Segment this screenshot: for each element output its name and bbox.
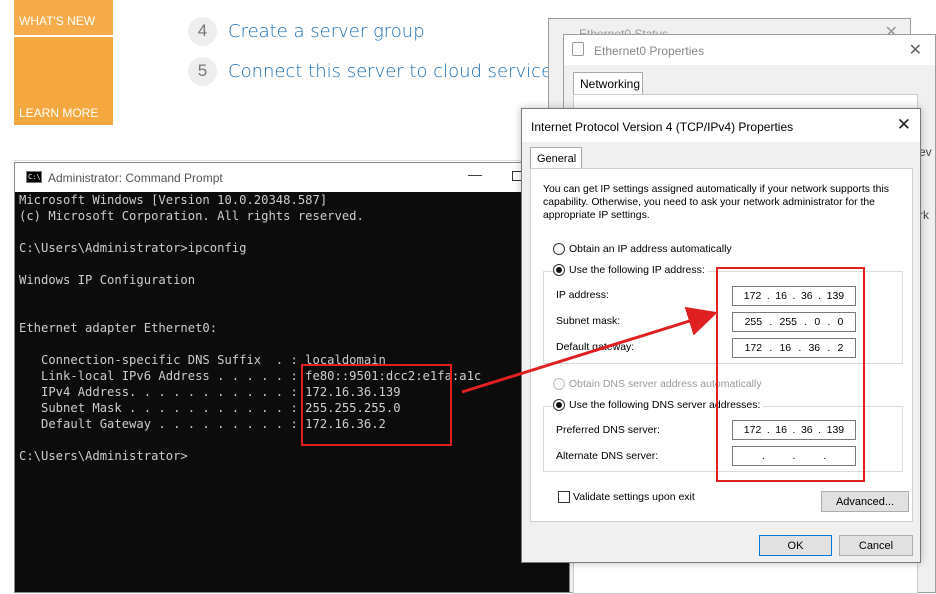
radio-label: Obtain an IP address automatically	[569, 243, 732, 255]
advanced-button[interactable]: Advanced...	[821, 491, 909, 512]
console-line: Connection-specific DNS Suffix . : local…	[19, 353, 386, 367]
learn-more-label: LEARN MORE	[19, 106, 99, 120]
console-output[interactable]: Microsoft Windows [Version 10.0.20348.58…	[19, 192, 569, 592]
radio-obtain-ip-auto[interactable]: Obtain an IP address automatically	[553, 243, 732, 255]
console-line: Windows IP Configuration	[19, 273, 196, 287]
command-prompt-icon: C:\	[26, 171, 42, 183]
radio-button[interactable]	[553, 243, 565, 255]
radio-button[interactable]	[553, 378, 565, 390]
console-line: Default Gateway . . . . . . . . . : 172.…	[19, 417, 386, 431]
tab-general[interactable]: General	[530, 147, 582, 169]
console-line: C:\Users\Administrator>ipconfig	[19, 241, 247, 255]
radio-button[interactable]	[553, 264, 565, 276]
console-line: Subnet Mask . . . . . . . . . . . : 255.…	[19, 401, 401, 415]
checkbox-label: Validate settings upon exit	[573, 491, 695, 503]
close-icon[interactable]: ✕	[897, 115, 911, 135]
learn-more-tile[interactable]: LEARN MORE	[14, 37, 113, 125]
tab-networking[interactable]: Networking	[573, 72, 643, 95]
ip-address-label: IP address:	[556, 289, 609, 301]
whats-new-tile[interactable]: WHAT'S NEW	[14, 0, 113, 35]
close-icon[interactable]: ✕	[909, 40, 922, 60]
console-line: (c) Microsoft Corporation. All rights re…	[19, 209, 364, 223]
checkbox[interactable]	[558, 491, 570, 503]
console-line: Microsoft Windows [Version 10.0.20348.58…	[19, 193, 328, 207]
step-link-connect-cloud[interactable]: Connect this server to cloud services	[228, 61, 562, 82]
step-create-server-group[interactable]: 4 Create a server group	[188, 16, 425, 46]
console-line: C:\Users\Administrator>	[19, 449, 188, 463]
radio-label: Use the following IP address:	[569, 264, 705, 276]
ok-button[interactable]: OK	[759, 535, 832, 556]
network-adapter-icon	[572, 42, 584, 56]
cancel-button[interactable]: Cancel	[839, 535, 913, 556]
dialog-title: Internet Protocol Version 4 (TCP/IPv4) P…	[531, 120, 794, 134]
preferred-dns-label: Preferred DNS server:	[556, 424, 660, 436]
description-text: You can get IP settings assigned automat…	[543, 184, 889, 221]
radio-button[interactable]	[553, 399, 565, 411]
server-manager-tiles: WHAT'S NEW LEARN MORE	[14, 0, 113, 125]
radio-use-following-ip[interactable]: Use the following IP address:	[553, 264, 708, 276]
validate-settings-checkbox[interactable]: Validate settings upon exit	[558, 491, 695, 503]
title-bar: Ethernet0 Properties ✕	[564, 35, 935, 65]
title-bar: C:\ Administrator: Command Prompt —	[15, 163, 569, 192]
step-link-create-server-group[interactable]: Create a server group	[228, 21, 425, 42]
window-title: Administrator: Command Prompt	[48, 171, 223, 185]
title-bar: Internet Protocol Version 4 (TCP/IPv4) P…	[522, 109, 920, 142]
default-gateway-label: Default gateway:	[556, 341, 635, 353]
alternate-dns-label: Alternate DNS server:	[556, 450, 659, 462]
console-line: IPv4 Address. . . . . . . . . . . : 172.…	[19, 385, 401, 399]
divider	[14, 160, 554, 161]
step-connect-cloud[interactable]: 5 Connect this server to cloud services	[188, 56, 562, 86]
whats-new-label: WHAT'S NEW	[19, 14, 96, 28]
console-line: Ethernet adapter Ethernet0:	[19, 321, 218, 335]
console-line: Link-local IPv6 Address . . . . . : fe80…	[19, 369, 482, 383]
subnet-mask-label: Subnet mask:	[556, 315, 621, 327]
step-number: 4	[188, 16, 217, 46]
command-prompt-window[interactable]: C:\ Administrator: Command Prompt — Micr…	[14, 162, 570, 593]
window-title: Ethernet0 Properties	[594, 44, 705, 58]
highlight-box-ipconfig	[301, 364, 452, 446]
minimize-icon[interactable]: —	[468, 166, 482, 182]
step-number: 5	[188, 56, 217, 86]
highlight-box-ip-fields	[716, 267, 865, 482]
